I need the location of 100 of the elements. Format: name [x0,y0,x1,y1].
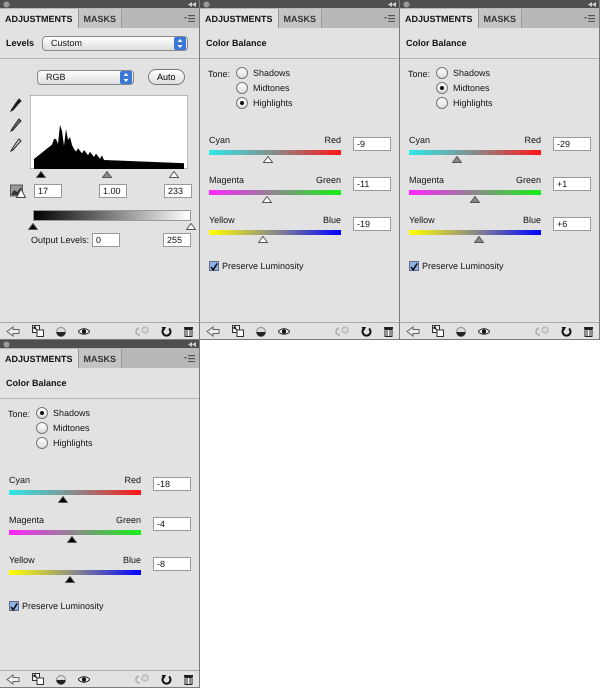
checkbox-label[interactable]: Preserve Luminosity [222,261,304,271]
eye-icon[interactable] [278,328,290,334]
slider-value-field[interactable]: -18 [153,477,191,491]
menu-icon[interactable] [384,15,395,22]
panel-tab[interactable]: ADJUSTMENTS [0,349,79,368]
warning-icon[interactable] [10,184,26,198]
tone-option-label[interactable]: Highlights [53,438,93,448]
tone-radio[interactable] [236,82,248,94]
circular-arrow-icon[interactable] [161,326,172,336]
trash-icon[interactable] [384,326,393,336]
panel-tab[interactable]: MASKS [478,9,522,28]
circular-arrow-icon[interactable] [561,326,572,336]
back-arrow-icon[interactable] [6,674,20,684]
tone-radio[interactable] [436,67,448,79]
panel-tab[interactable]: MASKS [278,9,322,28]
close-icon[interactable] [203,0,210,8]
eye-icon[interactable] [78,676,90,682]
trash-icon[interactable] [184,326,193,336]
half-circle-icon[interactable] [56,326,66,336]
tone-option-label[interactable]: Shadows [253,68,290,78]
clip-icon[interactable] [432,325,444,337]
trash-icon[interactable] [584,326,593,336]
auto-button[interactable]: Auto [148,69,185,85]
close-icon[interactable] [403,0,410,8]
tone-option-label[interactable]: Highlights [453,98,493,108]
checkbox[interactable] [409,261,419,271]
slider-right-label: Blue [522,215,541,227]
eyedropper-icon[interactable] [10,118,22,132]
close-icon[interactable] [3,0,10,8]
checkbox-label[interactable]: Preserve Luminosity [22,601,104,611]
input-slider-thumb[interactable] [102,171,112,178]
channel-dropdown[interactable]: RGB [37,70,134,84]
panel-tab[interactable]: ADJUSTMENTS [0,9,79,28]
tone-option-label[interactable]: Shadows [53,408,90,418]
stepper-arrows-icon[interactable] [120,70,132,84]
clip-icon[interactable] [32,325,44,337]
back-arrow-icon[interactable] [406,326,420,336]
slider-right-label: Blue [322,215,341,227]
trash-icon[interactable] [184,674,193,684]
slider-left-label: Magenta [209,175,244,187]
slider-value-field[interactable]: -19 [353,217,391,231]
tone-label: Tone: [8,408,30,421]
eye-icon[interactable] [78,328,90,334]
slider-value-field[interactable]: +6 [553,217,591,231]
eye-icon[interactable] [478,328,490,334]
back-arrow-icon[interactable] [206,326,220,336]
output-level-field[interactable]: 255 [163,233,191,247]
input-slider-thumb[interactable] [36,171,46,178]
panel-tab[interactable]: MASKS [78,9,122,28]
slider-value-field[interactable]: -29 [553,137,591,151]
tone-radio[interactable] [236,67,248,79]
panel-title: Color Balance [406,38,467,48]
tone-radio[interactable] [436,97,448,109]
input-level-field[interactable]: 233 [164,184,192,198]
slider-value-field[interactable]: +1 [553,177,591,191]
half-circle-icon[interactable] [256,326,266,336]
tone-option-label[interactable]: Midtones [453,83,490,93]
close-icon[interactable] [3,340,10,348]
output-level-field[interactable]: 0 [92,233,120,247]
clip-icon[interactable] [232,325,244,337]
panel-tab[interactable]: ADJUSTMENTS [200,9,279,28]
slider-left-label: Cyan [209,135,230,147]
back-arrow-icon[interactable] [6,326,20,336]
tone-option-label[interactable]: Highlights [253,98,293,108]
input-slider-thumb[interactable] [168,171,179,178]
tone-radio[interactable] [436,82,448,94]
clip-icon[interactable] [32,673,44,685]
tone-radio[interactable] [36,422,48,434]
stepper-arrows-icon[interactable] [174,36,186,50]
checkbox-label[interactable]: Preserve Luminosity [422,261,504,271]
circular-arrow-icon[interactable] [361,326,372,336]
checkbox[interactable] [9,601,19,611]
tone-label: Tone: [408,68,430,81]
panel-tab[interactable]: ADJUSTMENTS [400,9,479,28]
tone-radio[interactable] [36,437,48,449]
eyedropper-icon[interactable] [10,98,22,112]
slider-value-field[interactable]: -11 [353,177,391,191]
eyedropper-icon[interactable] [10,138,22,152]
slider-value-field[interactable]: -8 [153,557,191,571]
panel-title: Color Balance [206,38,267,48]
menu-icon[interactable] [184,355,195,362]
input-level-field[interactable]: 17 [34,184,62,198]
half-circle-icon[interactable] [456,326,466,336]
half-circle-icon[interactable] [56,674,66,684]
slider-value-field[interactable]: -4 [153,517,191,531]
panel-tab[interactable]: MASKS [78,349,122,368]
tone-option-label[interactable]: Shadows [453,68,490,78]
menu-icon[interactable] [184,15,195,22]
tone-option-label[interactable]: Midtones [53,423,90,433]
tone-radio[interactable] [236,97,248,109]
output-slider-thumb[interactable] [186,223,196,230]
menu-icon[interactable] [584,15,595,22]
tone-radio[interactable] [36,407,48,419]
circular-arrow-icon[interactable] [161,674,172,684]
input-level-field[interactable]: 1.00 [99,184,127,198]
slider-value-field[interactable]: -9 [353,137,391,151]
output-slider-thumb[interactable] [28,223,38,230]
tone-option-label[interactable]: Midtones [253,83,290,93]
preset-dropdown[interactable]: Custom [42,36,188,50]
checkbox[interactable] [209,261,219,271]
